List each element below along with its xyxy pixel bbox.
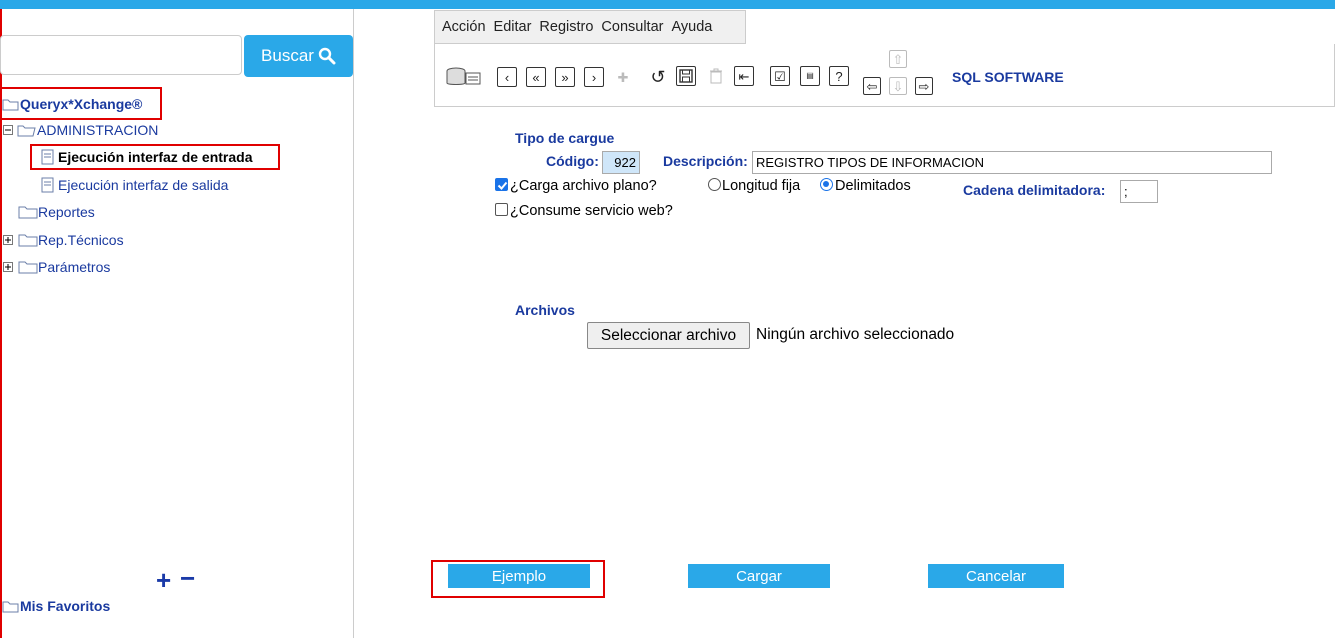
search-button[interactable]: Buscar	[244, 35, 353, 77]
folder-icon	[18, 261, 38, 274]
favorites-label: Mis Favoritos	[20, 598, 111, 614]
favorites-root[interactable]: Mis Favoritos	[2, 598, 110, 614]
menu-ayuda[interactable]: Ayuda	[671, 19, 712, 35]
tree-item-administracion[interactable]: ADMINISTRACION	[3, 122, 158, 138]
section-title: Tipo de cargue	[515, 130, 615, 146]
expand-icon	[3, 235, 13, 245]
collapse-icon	[3, 125, 13, 135]
menu-accion[interactable]: Acción	[442, 19, 486, 35]
menu-registro[interactable]: Registro	[539, 19, 593, 35]
save-icon[interactable]	[676, 66, 696, 86]
folder-open-icon	[2, 601, 19, 613]
descripcion-field[interactable]	[752, 151, 1272, 174]
expand-icon	[3, 262, 13, 272]
document-icon	[41, 177, 54, 193]
next-icon[interactable]: ›	[584, 67, 604, 87]
longitud-fija-radio[interactable]	[708, 178, 721, 191]
cadena-field[interactable]	[1120, 180, 1158, 203]
first-icon[interactable]: «	[526, 67, 546, 87]
scroll-up-icon[interactable]: ⇧	[889, 50, 907, 68]
database-icon[interactable]	[444, 65, 482, 89]
codigo-field[interactable]	[602, 151, 640, 174]
delimitados-label: Delimitados	[835, 178, 911, 194]
carga-plano-label: ¿Carga archivo plano?	[510, 178, 657, 194]
top-accent-bar	[0, 0, 1335, 9]
add-favorite-button[interactable]: +	[156, 565, 171, 596]
tree-item-label: Parámetros	[38, 259, 111, 275]
file-status: Ningún archivo seleccionado	[756, 326, 955, 343]
highlight-entrada	[30, 144, 280, 170]
cargar-button[interactable]: Cargar	[688, 564, 830, 588]
longitud-fija-label: Longitud fija	[722, 178, 801, 194]
brand-label: SQL SOFTWARE	[952, 69, 1064, 85]
folder-icon	[18, 234, 38, 247]
delimitados-radio[interactable]	[820, 178, 833, 191]
codigo-label: Código:	[546, 153, 599, 169]
tree-item-reportes[interactable]: Reportes	[18, 204, 95, 220]
scroll-right-icon[interactable]: ⇨	[915, 77, 933, 95]
approve-icon[interactable]: ☑	[770, 66, 790, 86]
print-icon[interactable]: ▤	[800, 66, 820, 86]
folder-icon	[18, 206, 38, 219]
undo-icon[interactable]: ↺	[648, 67, 668, 87]
tree-item-label: ADMINISTRACION	[37, 122, 159, 138]
servicio-web-checkbox[interactable]	[495, 203, 508, 216]
descripcion-label: Descripción:	[663, 153, 748, 169]
tree-item-ejecucion-salida[interactable]: Ejecución interfaz de salida	[40, 177, 228, 193]
servicio-web-label: ¿Consume servicio web?	[510, 203, 673, 219]
menu-consultar[interactable]: Consultar	[601, 19, 663, 35]
carga-plano-checkbox[interactable]	[495, 178, 508, 191]
last-icon[interactable]: »	[555, 67, 575, 87]
delete-icon[interactable]	[706, 66, 726, 86]
cancelar-button[interactable]: Cancelar	[928, 564, 1064, 588]
archivos-title: Archivos	[515, 302, 575, 318]
add-record-icon[interactable]: ✚	[613, 67, 633, 87]
help-icon[interactable]: ?	[829, 66, 849, 86]
select-file-button[interactable]: Seleccionar archivo	[587, 322, 750, 349]
scroll-left-icon[interactable]: ⇦	[863, 77, 881, 95]
previous-icon[interactable]: ‹	[497, 67, 517, 87]
search-icon	[318, 47, 336, 65]
search-button-label: Buscar	[261, 46, 314, 65]
scroll-down-icon[interactable]: ⇩	[889, 77, 907, 95]
remove-favorite-button[interactable]: −	[180, 563, 195, 594]
menu-bar: Acción Editar Registro Consultar Ayuda	[434, 10, 746, 44]
menu-editar[interactable]: Editar	[494, 19, 532, 35]
tree-item-label: Reportes	[38, 204, 95, 220]
folder-open-icon	[17, 125, 36, 137]
cadena-label: Cadena delimitadora:	[963, 182, 1106, 198]
exit-icon[interactable]: ⇤	[734, 66, 754, 86]
tree-item-parametros[interactable]: Parámetros	[3, 259, 110, 275]
ejemplo-button[interactable]: Ejemplo	[448, 564, 590, 588]
tree-item-rep-tecnicos[interactable]: Rep.Técnicos	[3, 232, 124, 248]
tree-item-label: Ejecución interfaz de salida	[58, 177, 229, 193]
tree-item-label: Rep.Técnicos	[38, 232, 124, 248]
search-input[interactable]	[0, 35, 242, 75]
highlight-root	[0, 87, 162, 120]
